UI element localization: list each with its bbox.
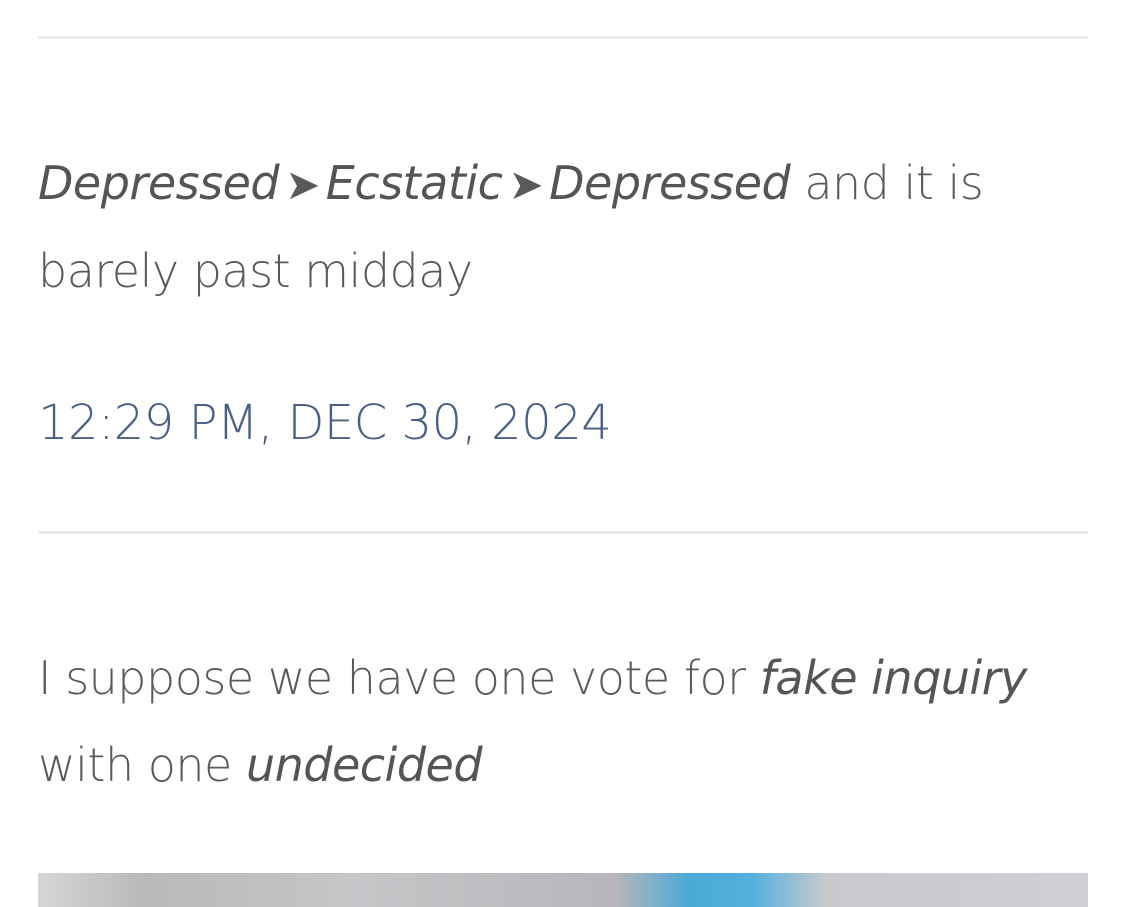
arrow-right-icon: ➤ (508, 160, 544, 209)
post-image[interactable] (38, 873, 1088, 907)
divider-top (38, 36, 1088, 39)
arrow-right-icon: ➤ (285, 160, 320, 209)
vote-emphasis-fake-inquiry: fake inquiry (759, 651, 1028, 705)
vote-emphasis-undecided: undecided (245, 738, 483, 792)
vote-text-part-a: I suppose we have one vote for (38, 651, 746, 705)
mood-depressed-2: Depressed (549, 156, 791, 210)
post-text-vote: I suppose we have one vote for fake inqu… (38, 635, 1088, 809)
post-text-mood: Depressed ➤ Ecstatic ➤ Depressed and it is b… (38, 140, 1088, 315)
divider-middle (38, 531, 1088, 534)
post-timestamp[interactable]: 12:29 PM, DEC 30, 2024 (38, 388, 612, 458)
vote-text-part-b: with one (38, 738, 232, 792)
mood-depressed-1: Depressed (38, 156, 280, 210)
mood-ecstatic: Ecstatic (325, 156, 503, 210)
